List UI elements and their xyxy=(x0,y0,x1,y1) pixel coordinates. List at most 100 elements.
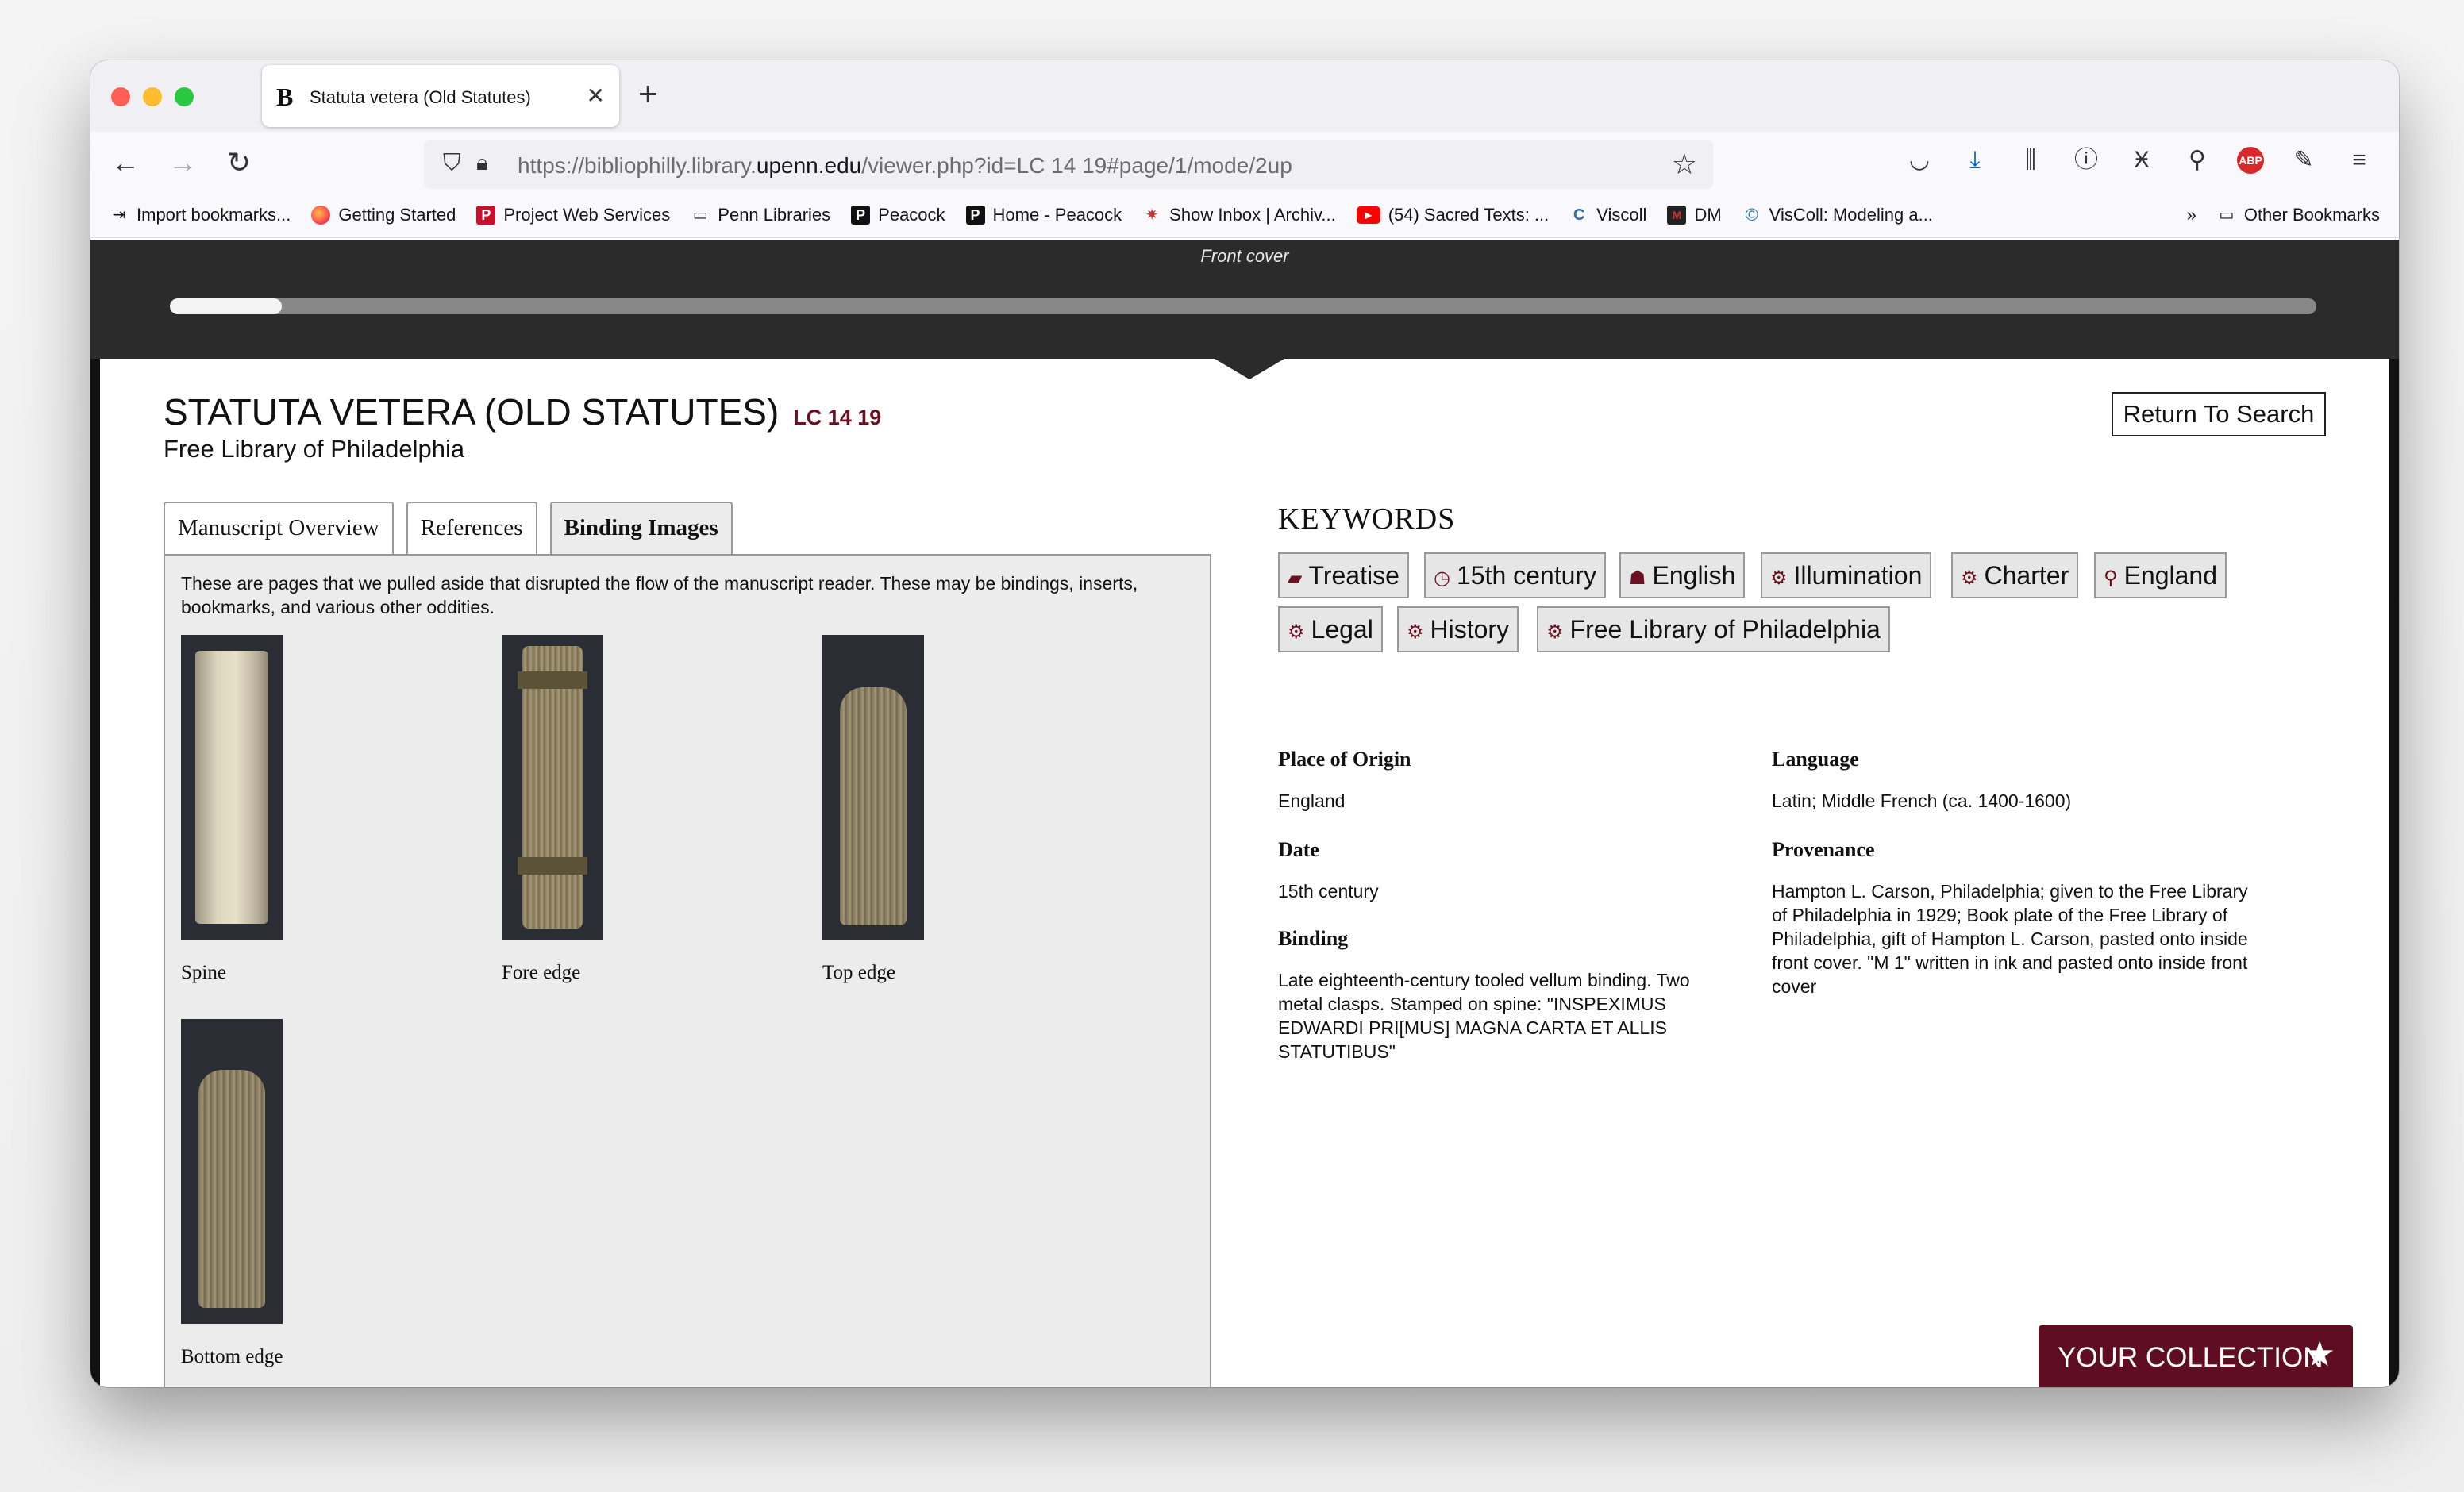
tracking-shield-icon[interactable]: ⛉ xyxy=(443,150,461,177)
spine-book-shape xyxy=(195,651,268,924)
keywords-heading: KEYWORDS xyxy=(1278,502,1456,536)
bookmark-getting-started[interactable]: Getting Started xyxy=(311,205,456,225)
lock-icon[interactable]: 🔒︎ xyxy=(476,150,488,176)
menu-icon[interactable]: ≡ xyxy=(2343,144,2375,176)
minimize-window-button[interactable] xyxy=(143,87,162,106)
book-viewer: Front cover xyxy=(90,240,2399,359)
gears-icon: ⚙ xyxy=(1288,621,1305,643)
zoom-window-button[interactable] xyxy=(175,87,194,106)
bottom-edge-caption: Bottom edge xyxy=(181,1346,283,1367)
top-edge-book-shape xyxy=(840,687,907,925)
extension-pen-icon[interactable]: ✎ xyxy=(2288,144,2320,176)
adblock-icon[interactable]: ABP xyxy=(2237,147,2264,174)
map-marker-icon: ⚲ xyxy=(2104,567,2118,589)
forward-arrow-icon[interactable]: → xyxy=(168,146,197,179)
bookmark-peacock[interactable]: P Peacock xyxy=(851,205,945,225)
keyword-legal[interactable]: ⚙ Legal xyxy=(1278,606,1383,652)
browser-tab-active[interactable]: B Statuta vetera (Old Statutes) ✕ xyxy=(262,65,619,127)
bookmark-project-web-services[interactable]: P Project Web Services xyxy=(476,205,670,225)
bookmark-import[interactable]: ⇥ Import bookmarks... xyxy=(110,205,291,225)
new-tab-icon[interactable]: + xyxy=(638,75,658,113)
binding: Binding Late eighteenth-century tooled v… xyxy=(1278,927,1690,1062)
date: Date 15th century xyxy=(1278,838,1379,902)
spine-image[interactable] xyxy=(181,635,283,940)
top-edge-caption: Top edge xyxy=(822,962,895,983)
keyword-free-library-of-philadelphia[interactable]: ⚙ Free Library of Philadelphia xyxy=(1537,606,1890,652)
place-of-origin: Place of Origin England xyxy=(1278,748,1411,811)
viewer-notch xyxy=(1215,359,1284,379)
download-icon[interactable]: ⤓ xyxy=(1959,144,1991,176)
clock-icon: ◷ xyxy=(1434,567,1450,589)
keyword-england[interactable]: ⚲ England xyxy=(2094,552,2227,598)
page-scrubber[interactable] xyxy=(170,298,2316,314)
top-edge-image[interactable] xyxy=(822,635,924,940)
clasp-bottom xyxy=(518,857,587,875)
p-black-icon: P xyxy=(851,206,871,225)
bookmark-star-icon[interactable]: ☆ xyxy=(1672,148,1697,181)
keyword-english[interactable]: ☗ English xyxy=(1619,552,1746,598)
tab-references[interactable]: References xyxy=(406,502,537,554)
clasp-top xyxy=(518,671,587,689)
tab-bar: B Statuta vetera (Old Statutes) ✕ + xyxy=(90,60,2399,132)
navigation-bar: ← → ↻ ⛉ 🔒︎ https://bibliophilly.library.… xyxy=(90,132,2399,198)
library-icon[interactable]: ⫼ xyxy=(2015,144,2046,176)
details-tabs: Manuscript Overview References Binding I… xyxy=(164,502,733,554)
keyword-charter[interactable]: ⚙ Charter xyxy=(1951,552,2079,598)
url-text[interactable]: https://bibliophilly.library.upenn.edu/v… xyxy=(518,153,1292,179)
tab-close-icon[interactable]: ✕ xyxy=(587,83,605,109)
password-manager-icon[interactable]: ⓘ xyxy=(2070,144,2102,176)
browser-window: B Statuta vetera (Old Statutes) ✕ + ← → … xyxy=(90,60,2399,1387)
back-arrow-icon[interactable]: ← xyxy=(111,146,140,179)
url-bar[interactable]: ⛉ 🔒︎ https://bibliophilly.library.upenn.… xyxy=(424,140,1713,189)
bookmark-show-inbox[interactable]: ✷ Show Inbox | Archiv... xyxy=(1142,205,1336,225)
extension-search-icon[interactable]: ⚲ xyxy=(2181,144,2213,176)
repository-name: Free Library of Philadelphia xyxy=(164,435,465,463)
bookmarks-bar: ⇥ Import bookmarks... Getting Started P Pr… xyxy=(90,198,2399,238)
return-to-search-button[interactable]: Return To Search xyxy=(2112,392,2326,436)
close-window-button[interactable] xyxy=(111,87,130,106)
viscoll-modeling-icon: © xyxy=(1745,205,1758,225)
keyword-illumination[interactable]: ⚙ Illumination xyxy=(1761,552,1932,598)
zotero-icon[interactable]: Ӿ xyxy=(2126,144,2158,176)
bottom-edge-book-shape xyxy=(198,1070,265,1308)
bookmark-penn-libraries[interactable]: ▭ Penn Libraries xyxy=(691,205,830,225)
page-title: STATUTA VETERA (OLD STATUTES) LC 14 19 xyxy=(164,391,882,433)
page-label: Front cover xyxy=(1200,246,1289,266)
shelfmark: LC 14 19 xyxy=(793,406,882,429)
provenance: Provenance Hampton L. Carson, Philadelph… xyxy=(1772,838,2248,997)
keyword-treatise[interactable]: ▰ Treatise xyxy=(1278,552,1409,598)
toolbar-icons: ◡ ⤓ ⫼ ⓘ Ӿ ⚲ ABP ✎ ≡ xyxy=(1904,144,2375,176)
youtube-icon: ▶ xyxy=(1356,206,1380,224)
bookmark-other-bookmarks[interactable]: ▭ Other Bookmarks xyxy=(2217,205,2380,225)
spine-caption: Spine xyxy=(181,962,226,983)
p-black-icon: P xyxy=(965,206,985,225)
book-icon: ▰ xyxy=(1288,567,1303,589)
your-collection-button[interactable]: YOUR COLLECTION ★ xyxy=(2039,1325,2353,1387)
viscoll-icon: C xyxy=(1573,206,1585,224)
keyword-history[interactable]: ⚙ History xyxy=(1397,606,1519,652)
gears-icon: ⚙ xyxy=(1407,621,1424,643)
fore-edge-caption: Fore edge xyxy=(502,962,581,983)
p-red-icon: P xyxy=(476,206,496,225)
folder-icon: ▭ xyxy=(2219,206,2235,224)
manuscript-details: STATUTA VETERA (OLD STATUTES) LC 14 19 Fr… xyxy=(100,359,2389,1387)
bookmark-viscoll-modeling[interactable]: © VisColl: Modeling a... xyxy=(1742,205,1933,225)
bookmarks-overflow-icon[interactable]: » xyxy=(2187,205,2196,225)
bookmark-sacred-texts[interactable]: ▶ (54) Sacred Texts: ... xyxy=(1356,205,1549,225)
fore-edge-image[interactable] xyxy=(502,635,603,940)
reload-icon[interactable]: ↻ xyxy=(227,146,251,179)
language: Language Latin; Middle French (ca. 1400-… xyxy=(1772,748,2072,811)
bookmark-viscoll[interactable]: C Viscoll xyxy=(1569,205,1646,225)
keyword-15th-century[interactable]: ◷ 15th century xyxy=(1424,552,1607,598)
tab-manuscript-overview[interactable]: Manuscript Overview xyxy=(164,502,394,554)
bookmark-dm[interactable]: M DM xyxy=(1667,205,1722,225)
gears-icon: ⚙ xyxy=(1546,621,1564,643)
bookmark-home-peacock[interactable]: P Home - Peacock xyxy=(965,205,1122,225)
scrubber-handle[interactable] xyxy=(170,298,282,314)
pocket-icon[interactable]: ◡ xyxy=(1904,144,1935,176)
dm-icon: M xyxy=(1667,206,1687,225)
binding-images-panel: These are pages that we pulled aside tha… xyxy=(164,554,1211,1387)
tab-binding-images[interactable]: Binding Images xyxy=(549,502,733,554)
bottom-edge-image[interactable] xyxy=(181,1019,283,1324)
gears-icon: ⚙ xyxy=(1961,567,1978,589)
